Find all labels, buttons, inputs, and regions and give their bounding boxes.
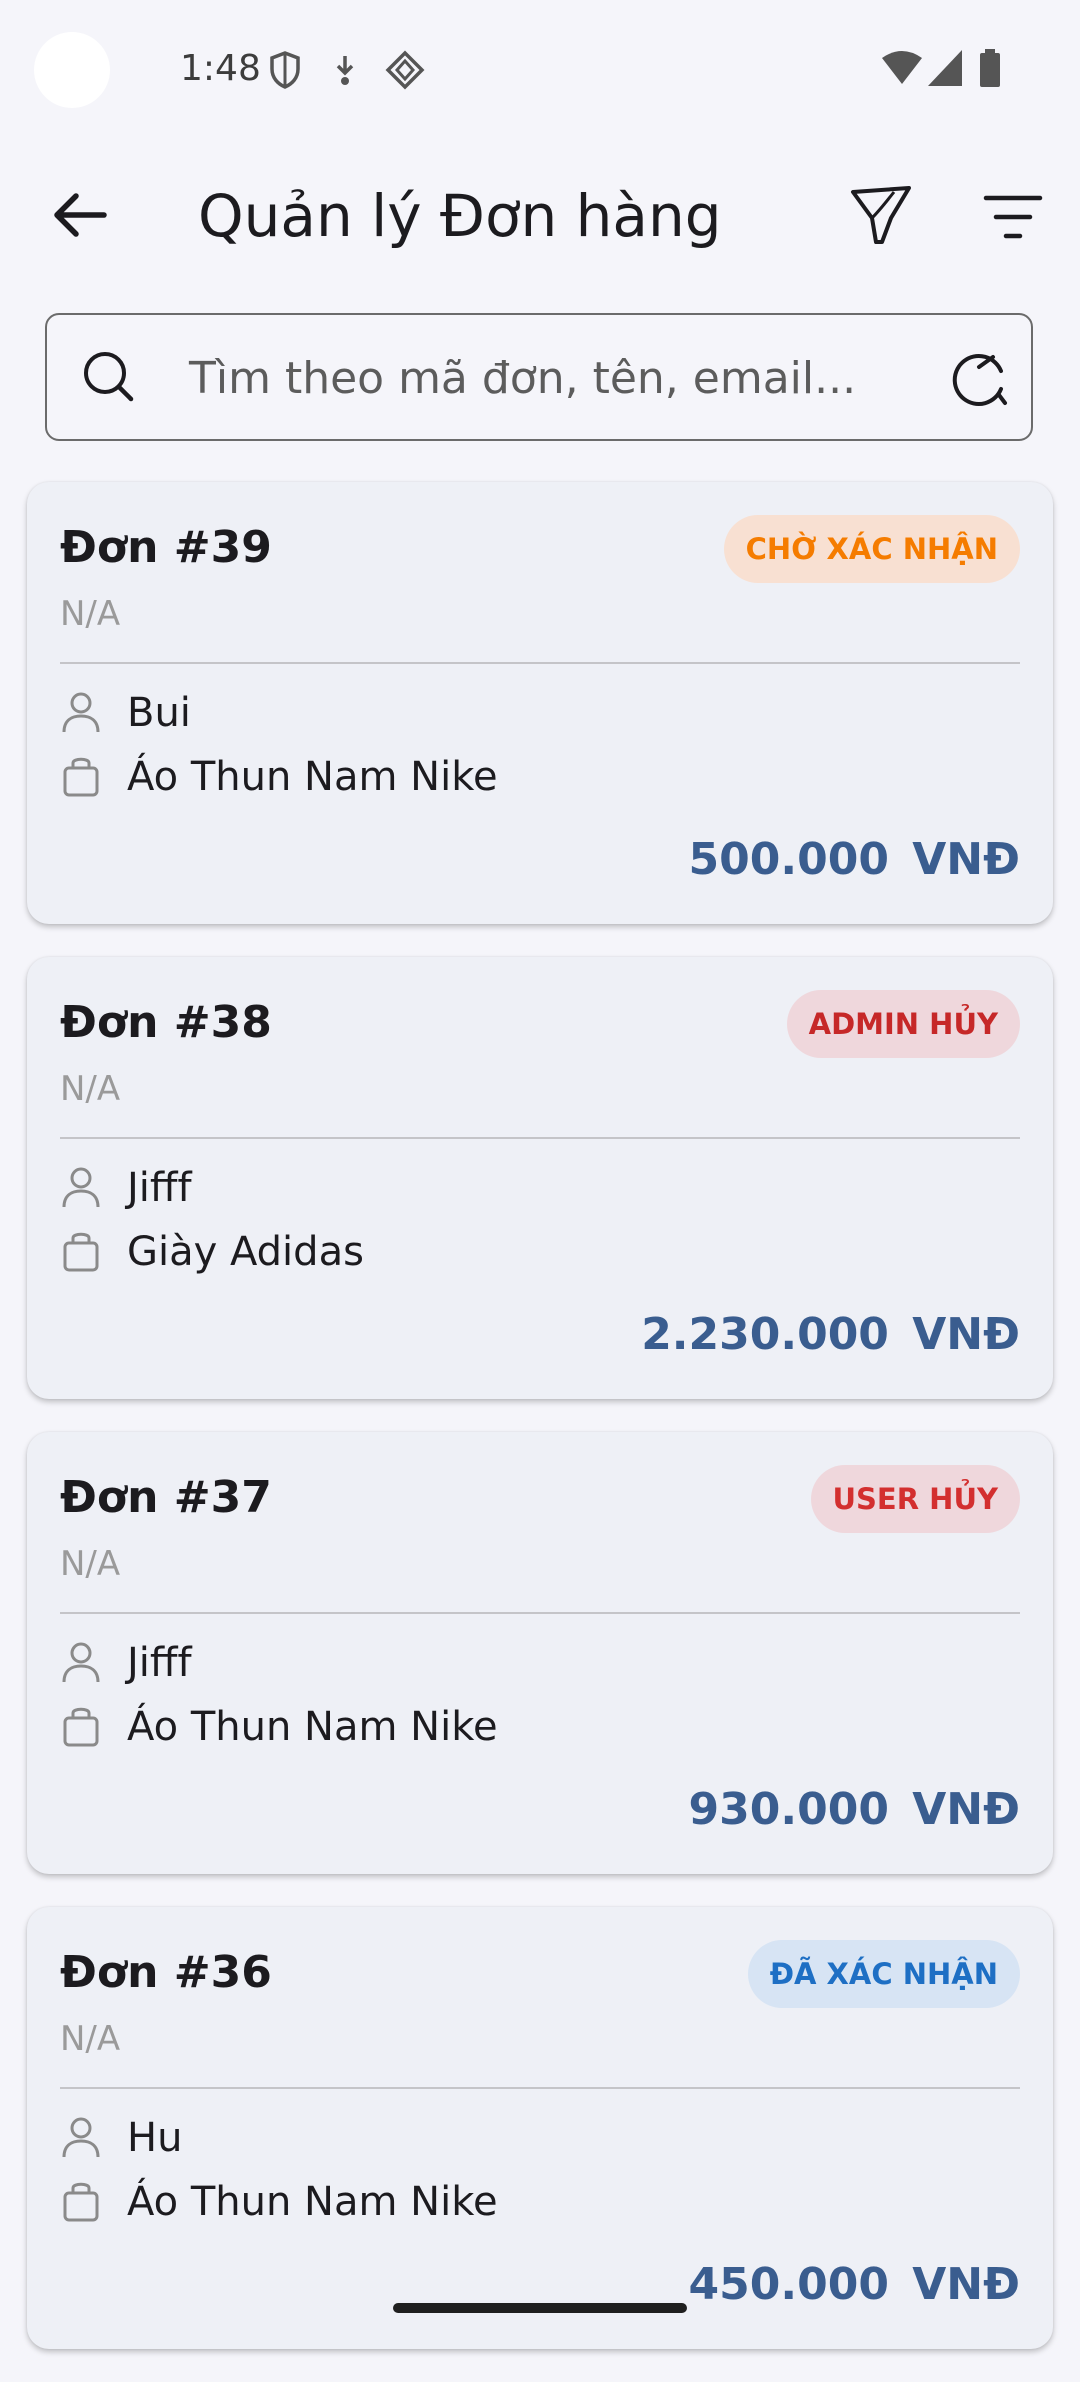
customer-name: Jifff	[127, 1165, 192, 1211]
product-name: Giày Adidas	[127, 1229, 364, 1275]
battery-icon	[980, 49, 1000, 87]
shopping-bag-icon	[63, 1707, 99, 1747]
order-email: N/A	[60, 2019, 121, 2059]
search-icon	[84, 352, 134, 402]
customer-name: Bui	[127, 690, 191, 736]
person-icon	[62, 2117, 100, 2158]
order-price: 930.000 VNĐ	[688, 1784, 1020, 1835]
page-title: Quản lý Đơn hàng	[198, 182, 722, 250]
diamond-icon	[385, 50, 425, 90]
back-arrow-icon[interactable]	[44, 180, 114, 250]
order-id: Đơn #39	[60, 522, 272, 573]
search-input[interactable]: Tìm theo mã đơn, tên, email...	[45, 313, 1033, 441]
app-bar: Quản lý Đơn hàng	[0, 160, 1080, 270]
person-icon	[62, 692, 100, 733]
shopping-bag-icon	[63, 1232, 99, 1272]
wifi-icon	[882, 51, 922, 84]
order-price: 450.000 VNĐ	[688, 2259, 1020, 2310]
status-time: 1:48	[180, 48, 261, 89]
order-price: 500.000 VNĐ	[688, 834, 1020, 885]
product-name: Áo Thun Nam Nike	[127, 1704, 498, 1750]
shopping-bag-icon	[63, 757, 99, 797]
order-price: 2.230.000 VNĐ	[641, 1309, 1020, 1360]
signal-icon	[928, 50, 962, 86]
divider	[60, 1137, 1020, 1139]
shopping-bag-icon	[63, 2182, 99, 2222]
product-name: Áo Thun Nam Nike	[127, 754, 498, 800]
product-name: Áo Thun Nam Nike	[127, 2179, 498, 2225]
shield-icon	[270, 51, 300, 89]
customer-name: Hu	[127, 2115, 183, 2161]
order-card[interactable]: Đơn #38 ADMIN HỦY N/A Jifff Giày Adidas …	[27, 957, 1053, 1399]
camera-cutout	[34, 32, 110, 108]
order-id: Đơn #38	[60, 997, 272, 1048]
divider	[60, 2087, 1020, 2089]
status-badge: USER HỦY	[810, 1465, 1020, 1533]
order-id: Đơn #37	[60, 1472, 272, 1523]
order-list: Đơn #39 CHỜ XÁC NHẬN N/A Bui Áo Thun Nam…	[27, 482, 1053, 2382]
divider	[60, 1612, 1020, 1614]
search-placeholder: Tìm theo mã đơn, tên, email...	[189, 353, 857, 404]
order-card[interactable]: Đơn #37 USER HỦY N/A Jifff Áo Thun Nam N…	[27, 1432, 1053, 1874]
funnel-icon[interactable]	[846, 180, 916, 250]
order-email: N/A	[60, 594, 121, 634]
order-email: N/A	[60, 1544, 121, 1584]
status-badge: ĐÃ XÁC NHẬN	[747, 1940, 1020, 2008]
download-icon	[336, 56, 354, 85]
order-card[interactable]: Đơn #39 CHỜ XÁC NHẬN N/A Bui Áo Thun Nam…	[27, 482, 1053, 924]
order-id: Đơn #36	[60, 1947, 272, 1998]
divider	[60, 662, 1020, 664]
status-badge: CHỜ XÁC NHẬN	[723, 515, 1020, 583]
sort-icon[interactable]	[978, 182, 1048, 252]
home-indicator[interactable]	[393, 2303, 687, 2313]
status-bar: 1:48	[0, 0, 1080, 140]
person-icon	[62, 1642, 100, 1683]
status-badge: ADMIN HỦY	[786, 990, 1020, 1058]
person-icon	[62, 1167, 100, 1208]
refresh-icon[interactable]	[947, 345, 1013, 411]
order-email: N/A	[60, 1069, 121, 1109]
customer-name: Jifff	[127, 1640, 192, 1686]
order-card[interactable]: Đơn #36 ĐÃ XÁC NHẬN N/A Hu Áo Thun Nam N…	[27, 1907, 1053, 2349]
